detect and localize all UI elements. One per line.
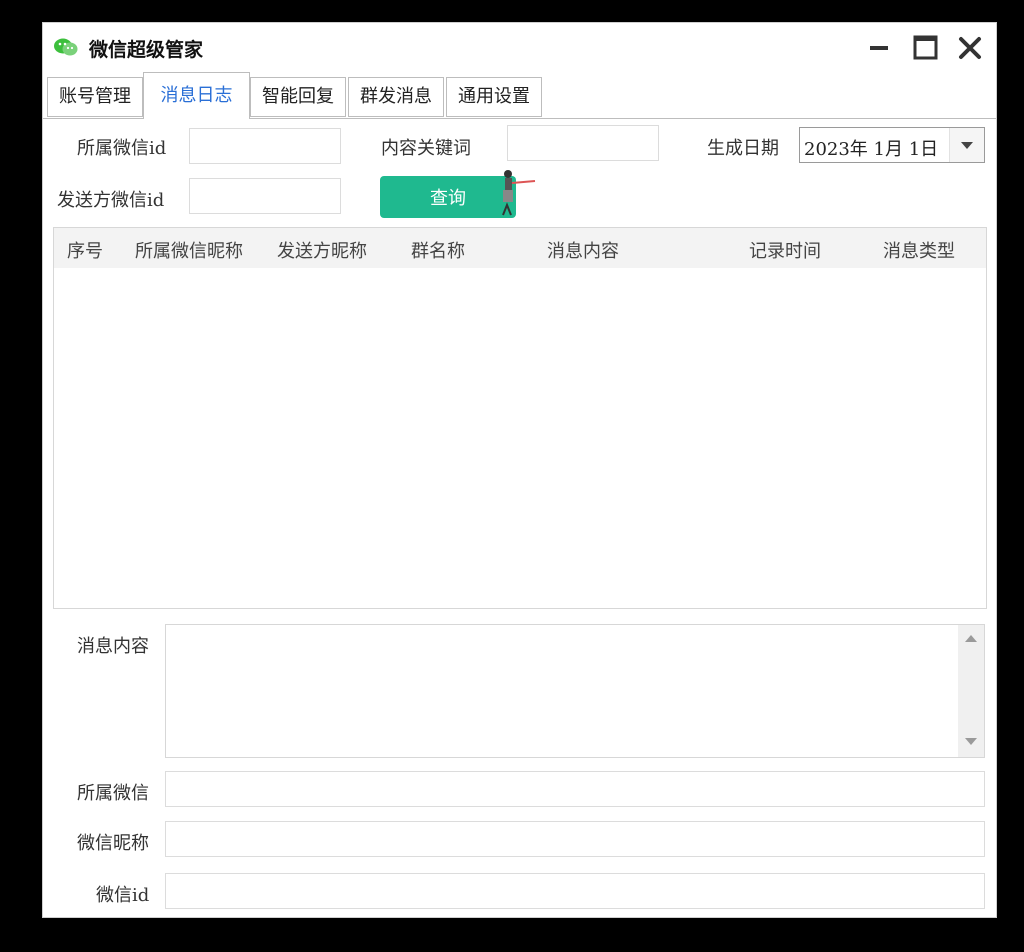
close-icon[interactable] [955,33,985,63]
column-header-sender-nickname[interactable]: 发送方昵称 [277,237,367,263]
sender-id-label: 发送方微信id [57,190,165,211]
scroll-down-icon[interactable] [965,738,977,745]
date-value: 2023年 1月 1日 [804,139,939,160]
sender-id-input[interactable] [189,178,341,214]
keyword-input[interactable] [507,125,659,161]
tab-account-management[interactable]: 账号管理 [47,77,143,117]
content-scrollbar[interactable] [958,625,984,757]
column-header-index[interactable]: 序号 [67,237,103,263]
column-header-message-type[interactable]: 消息类型 [883,237,955,263]
chevron-down-icon[interactable] [949,128,984,162]
keyword-label: 内容关键词 [381,138,471,159]
owner-label: 所属微信 [77,783,149,804]
column-header-group-name[interactable]: 群名称 [411,237,465,263]
window-title: 微信超级管家 [89,39,204,61]
wxid-field[interactable] [165,873,985,909]
minimize-icon[interactable] [866,33,896,63]
tab-smart-reply[interactable]: 智能回复 [250,77,346,117]
title-bar: 微信超级管家 [43,23,996,73]
wxid-label: 微信id [96,885,150,906]
decorative-figure-icon [502,170,536,216]
tab-general-settings[interactable]: 通用设置 [446,77,542,117]
nickname-label: 微信昵称 [77,833,149,854]
column-header-record-time[interactable]: 记录时间 [749,237,821,263]
column-header-message-content[interactable]: 消息内容 [547,237,619,263]
date-label: 生成日期 [707,138,779,159]
owner-field[interactable] [165,771,985,807]
owner-id-input[interactable] [189,128,341,164]
content-label: 消息内容 [77,636,149,657]
tab-mass-message[interactable]: 群发消息 [348,77,444,117]
owner-id-label: 所属微信id [77,138,167,159]
scroll-up-icon[interactable] [965,635,977,642]
tab-message-log[interactable]: 消息日志 [143,72,250,119]
message-log-table[interactable]: 序号 所属微信昵称 发送方昵称 群名称 消息内容 记录时间 消息类型 [53,227,987,609]
maximize-icon[interactable] [911,33,941,63]
app-window: 微信超级管家 账号管理 消息日志 智能回复 群发消息 通用设置 所属微信id 内… [42,22,997,918]
column-header-owner-nickname[interactable]: 所属微信昵称 [135,237,243,263]
date-picker[interactable]: 2023年 1月 1日 [799,127,985,163]
nickname-field[interactable] [165,821,985,857]
table-header: 序号 所属微信昵称 发送方昵称 群名称 消息内容 记录时间 消息类型 [54,228,986,268]
app-logo-icon [54,38,78,56]
content-textarea[interactable] [165,624,985,758]
